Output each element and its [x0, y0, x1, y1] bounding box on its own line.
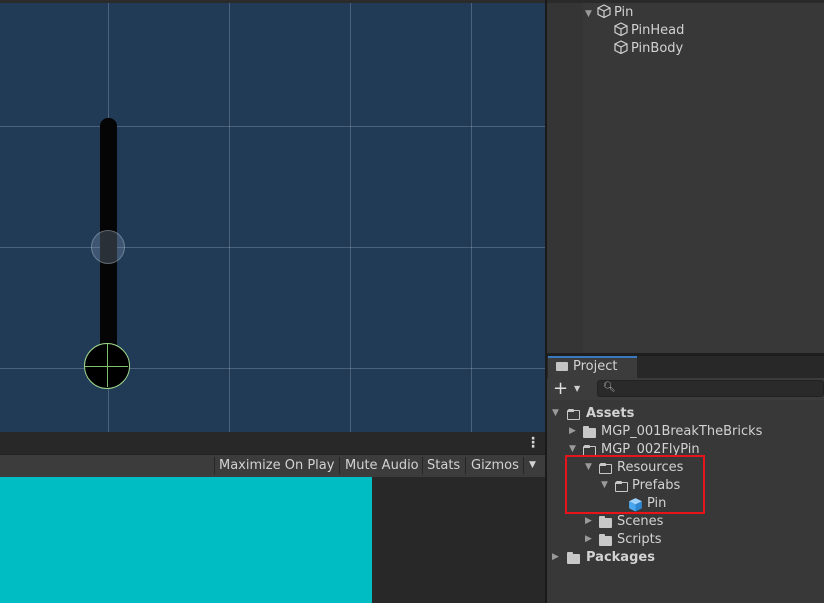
folder-icon: [599, 516, 612, 528]
tab-project-label: Project: [573, 359, 618, 374]
expand-arrow-icon[interactable]: ▶: [569, 426, 576, 436]
hierarchy-panel[interactable]: [547, 0, 824, 353]
pin-head-sprite[interactable]: [84, 343, 130, 389]
scene-view[interactable]: [0, 0, 545, 432]
tree-item-scripts[interactable]: Scripts: [617, 531, 661, 549]
collider-crosshair: [85, 366, 128, 367]
toolbar-separator: [422, 457, 423, 474]
annotation-highlight-box: [565, 455, 705, 514]
expand-arrow-icon[interactable]: ▶: [552, 552, 559, 562]
toolbar-separator: [465, 457, 466, 474]
expand-arrow-icon[interactable]: ▼: [569, 444, 576, 454]
expand-arrow-icon[interactable]: ▼: [585, 5, 597, 23]
toolbar-separator: [214, 457, 215, 474]
folder-icon: [567, 409, 580, 420]
folder-icon: [583, 426, 596, 438]
tree-item-scenes[interactable]: Scenes: [617, 513, 663, 531]
hierarchy-top-border: [547, 0, 824, 3]
dropdown-arrow-icon[interactable]: ▼: [529, 455, 536, 476]
hierarchy-indent-gutter: [547, 0, 583, 353]
kebab-menu-icon[interactable]: ⋮: [526, 434, 540, 452]
hierarchy-item-pinbody[interactable]: PinBody: [614, 40, 683, 58]
stats-toggle[interactable]: Stats: [427, 455, 460, 476]
hierarchy-item-pin[interactable]: ▼ Pin: [585, 4, 633, 22]
hierarchy-item-label: Pin: [614, 5, 634, 20]
tree-item-assets[interactable]: Assets: [586, 405, 634, 423]
maximize-on-play-toggle[interactable]: Maximize On Play: [219, 455, 334, 476]
search-icon: 🔍︎: [603, 382, 616, 393]
toolbar-separator: [523, 457, 524, 474]
expand-arrow-icon[interactable]: ▶: [585, 534, 592, 544]
folder-icon: [567, 552, 580, 564]
cube-icon: [614, 40, 628, 54]
grid-line: [0, 126, 545, 127]
hierarchy-item-pinhead[interactable]: PinHead: [614, 22, 684, 40]
expand-arrow-icon[interactable]: ▼: [552, 408, 559, 418]
hierarchy-item-label: PinBody: [631, 41, 684, 56]
mute-audio-toggle[interactable]: Mute Audio: [345, 455, 419, 476]
search-input[interactable]: [597, 380, 824, 397]
tree-item-breakthebricks[interactable]: MGP_001BreakTheBricks: [601, 423, 762, 441]
game-view-letterbox: [372, 477, 545, 603]
toolbar-separator: [339, 457, 340, 474]
game-view-canvas[interactable]: [0, 477, 372, 603]
scene-top-border: [0, 0, 545, 3]
dropdown-arrow-icon[interactable]: ▼: [574, 384, 580, 393]
cube-icon: [597, 4, 611, 18]
tree-item-packages[interactable]: Packages: [586, 549, 655, 567]
gizmos-toggle[interactable]: Gizmos: [471, 455, 519, 476]
pivot-gizmo[interactable]: [91, 230, 125, 264]
game-tab-bar: [0, 432, 545, 454]
grid-line: [0, 247, 545, 248]
folder-icon: [556, 362, 568, 371]
grid-line: [0, 368, 545, 369]
expand-arrow-icon[interactable]: ▶: [585, 516, 592, 526]
cube-icon: [614, 22, 628, 36]
folder-icon: [599, 534, 612, 546]
hierarchy-item-label: PinHead: [631, 23, 685, 38]
